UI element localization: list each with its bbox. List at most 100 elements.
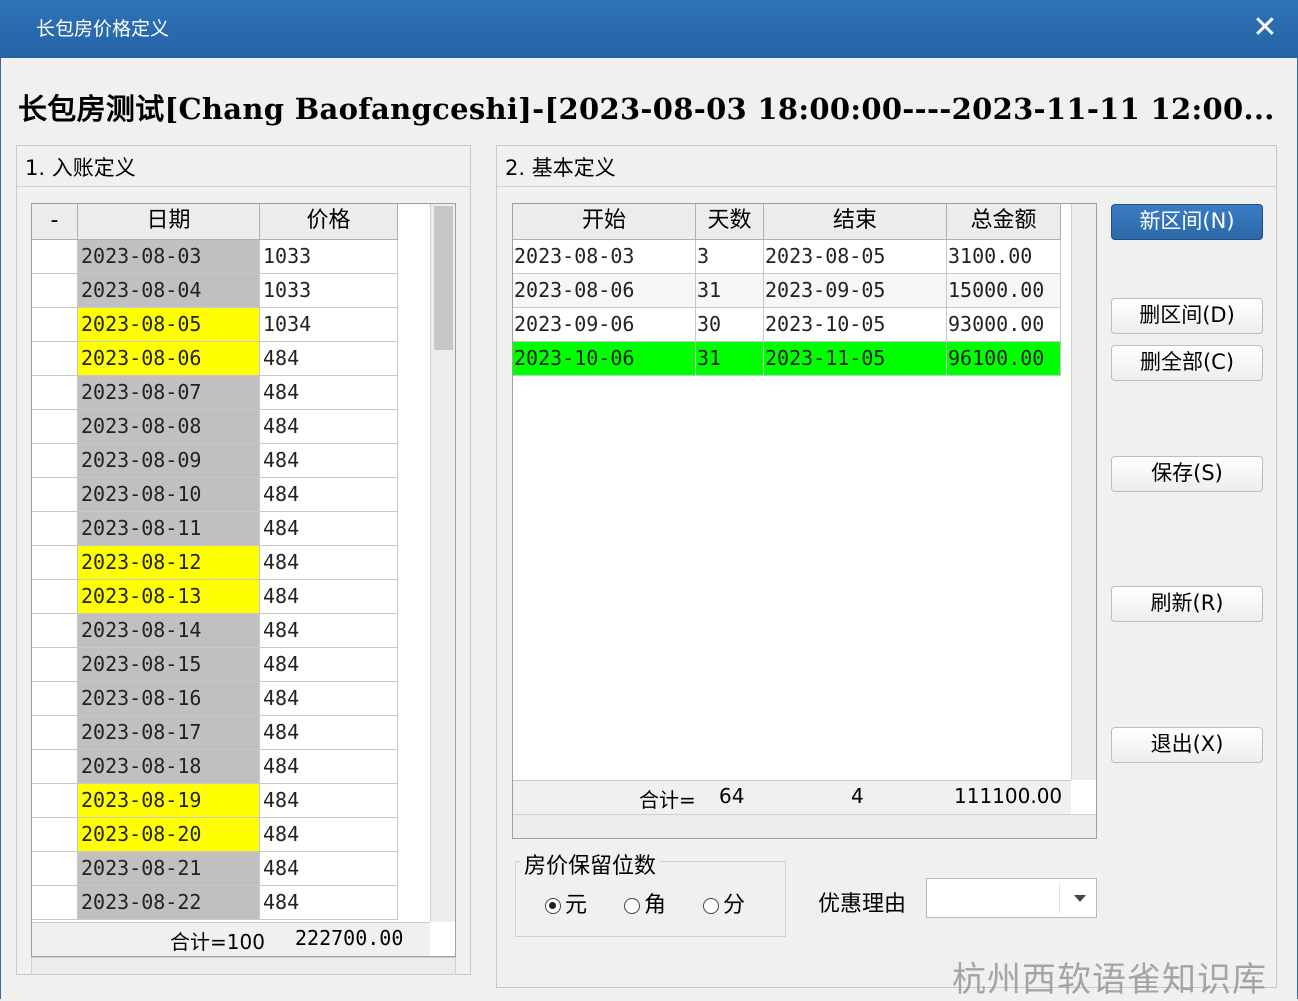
start-cell[interactable]: 2023-09-06	[513, 308, 696, 342]
left-vertical-scrollbar[interactable]	[430, 204, 455, 922]
date-cell[interactable]: 2023-08-06	[78, 342, 260, 376]
date-cell[interactable]: 2023-08-20	[78, 818, 260, 852]
row-selector[interactable]	[32, 886, 78, 920]
end-cell[interactable]: 2023-09-05	[764, 274, 947, 308]
refresh-button[interactable]: 刷新(R)	[1111, 586, 1263, 622]
price-cell[interactable]: 1033	[260, 274, 398, 308]
date-cell[interactable]: 2023-08-03	[78, 240, 260, 274]
price-cell[interactable]: 484	[260, 682, 398, 716]
date-cell[interactable]: 2023-08-05	[78, 308, 260, 342]
price-cell[interactable]: 484	[260, 818, 398, 852]
end-cell[interactable]: 2023-11-05	[764, 342, 947, 376]
total-cell[interactable]: 15000.00	[947, 274, 1061, 308]
col-header-date[interactable]: 日期	[78, 204, 260, 240]
row-selector[interactable]	[32, 444, 78, 478]
date-cell[interactable]: 2023-08-13	[78, 580, 260, 614]
row-selector[interactable]	[32, 784, 78, 818]
date-cell[interactable]: 2023-08-07	[78, 376, 260, 410]
price-cell[interactable]: 484	[260, 852, 398, 886]
row-selector[interactable]	[32, 376, 78, 410]
date-cell[interactable]: 2023-08-16	[78, 682, 260, 716]
date-cell[interactable]: 2023-08-11	[78, 512, 260, 546]
price-cell[interactable]: 484	[260, 478, 398, 512]
row-selector[interactable]	[32, 818, 78, 852]
row-selector[interactable]	[32, 852, 78, 886]
price-cell[interactable]: 484	[260, 546, 398, 580]
end-cell[interactable]: 2023-08-05	[764, 240, 947, 274]
row-selector[interactable]	[32, 546, 78, 580]
row-selector[interactable]	[32, 682, 78, 716]
price-cell[interactable]: 484	[260, 784, 398, 818]
date-cell[interactable]: 2023-08-08	[78, 410, 260, 444]
delete-all-button[interactable]: 删全部(C)	[1111, 345, 1263, 381]
col-header-start[interactable]: 开始	[513, 204, 696, 240]
interval-grid[interactable]: 开始 天数 结束 总金额 2023-08-03 3 2023-08-05 3100.0…	[512, 203, 1097, 839]
radio-jiao[interactable]: 角	[624, 894, 666, 918]
date-cell[interactable]: 2023-08-12	[78, 546, 260, 580]
row-selector[interactable]	[32, 410, 78, 444]
row-selector[interactable]	[32, 274, 78, 308]
new-interval-button[interactable]: 新区间(N)	[1111, 204, 1263, 240]
start-cell[interactable]: 2023-10-06	[513, 342, 696, 376]
radio-yuan[interactable]: 元	[545, 894, 587, 918]
right-vertical-scrollbar[interactable]	[1071, 204, 1096, 780]
price-cell[interactable]: 484	[260, 614, 398, 648]
start-cell[interactable]: 2023-08-03	[513, 240, 696, 274]
price-cell[interactable]: 484	[260, 444, 398, 478]
price-cell[interactable]: 484	[260, 716, 398, 750]
start-cell[interactable]: 2023-08-06	[513, 274, 696, 308]
price-cell[interactable]: 484	[260, 342, 398, 376]
date-cell[interactable]: 2023-08-22	[78, 886, 260, 920]
date-cell[interactable]: 2023-08-14	[78, 614, 260, 648]
save-button[interactable]: 保存(S)	[1111, 456, 1263, 492]
total-cell[interactable]: 96100.00	[947, 342, 1061, 376]
scroll-thumb[interactable]	[434, 206, 453, 350]
date-cell[interactable]: 2023-08-04	[78, 274, 260, 308]
row-selector[interactable]	[32, 614, 78, 648]
price-cell[interactable]: 1033	[260, 240, 398, 274]
days-cell[interactable]: 31	[696, 342, 764, 376]
row-selector[interactable]	[32, 716, 78, 750]
price-cell[interactable]: 484	[260, 886, 398, 920]
daily-price-grid[interactable]: - 日期 价格 2023-08-03 1033 2023-08-04 1033 2023…	[31, 203, 456, 957]
row-selector[interactable]	[32, 512, 78, 546]
price-cell[interactable]: 484	[260, 580, 398, 614]
date-cell[interactable]: 2023-08-18	[78, 750, 260, 784]
row-selector[interactable]	[32, 342, 78, 376]
date-cell[interactable]: 2023-08-09	[78, 444, 260, 478]
price-cell[interactable]: 484	[260, 512, 398, 546]
date-cell[interactable]: 2023-08-19	[78, 784, 260, 818]
row-selector[interactable]	[32, 750, 78, 784]
row-selector[interactable]	[32, 580, 78, 614]
row-selector[interactable]	[32, 240, 78, 274]
price-cell[interactable]: 1034	[260, 308, 398, 342]
col-header-end[interactable]: 结束	[764, 204, 947, 240]
total-cell[interactable]: 3100.00	[947, 240, 1061, 274]
col-header-selector[interactable]: -	[32, 204, 78, 240]
col-header-price[interactable]: 价格	[260, 204, 398, 240]
col-header-days[interactable]: 天数	[696, 204, 764, 240]
date-cell[interactable]: 2023-08-15	[78, 648, 260, 682]
chevron-down-icon[interactable]	[1074, 895, 1086, 902]
price-cell[interactable]: 484	[260, 750, 398, 784]
price-cell[interactable]: 484	[260, 410, 398, 444]
days-cell[interactable]: 31	[696, 274, 764, 308]
right-horizontal-scrollbar[interactable]	[513, 814, 1096, 838]
delete-interval-button[interactable]: 删区间(D)	[1111, 298, 1263, 334]
date-cell[interactable]: 2023-08-21	[78, 852, 260, 886]
date-cell[interactable]: 2023-08-17	[78, 716, 260, 750]
price-cell[interactable]: 484	[260, 648, 398, 682]
discount-reason-select[interactable]	[926, 878, 1097, 918]
row-selector[interactable]	[32, 648, 78, 682]
row-selector[interactable]	[32, 308, 78, 342]
close-icon[interactable]: ✕	[1248, 10, 1282, 46]
days-cell[interactable]: 30	[696, 308, 764, 342]
col-header-total[interactable]: 总金额	[947, 204, 1061, 240]
date-cell[interactable]: 2023-08-10	[78, 478, 260, 512]
days-cell[interactable]: 3	[696, 240, 764, 274]
row-selector[interactable]	[32, 478, 78, 512]
price-cell[interactable]: 484	[260, 376, 398, 410]
end-cell[interactable]: 2023-10-05	[764, 308, 947, 342]
left-horizontal-scrollbar[interactable]	[31, 957, 456, 975]
radio-fen[interactable]: 分	[703, 894, 745, 918]
